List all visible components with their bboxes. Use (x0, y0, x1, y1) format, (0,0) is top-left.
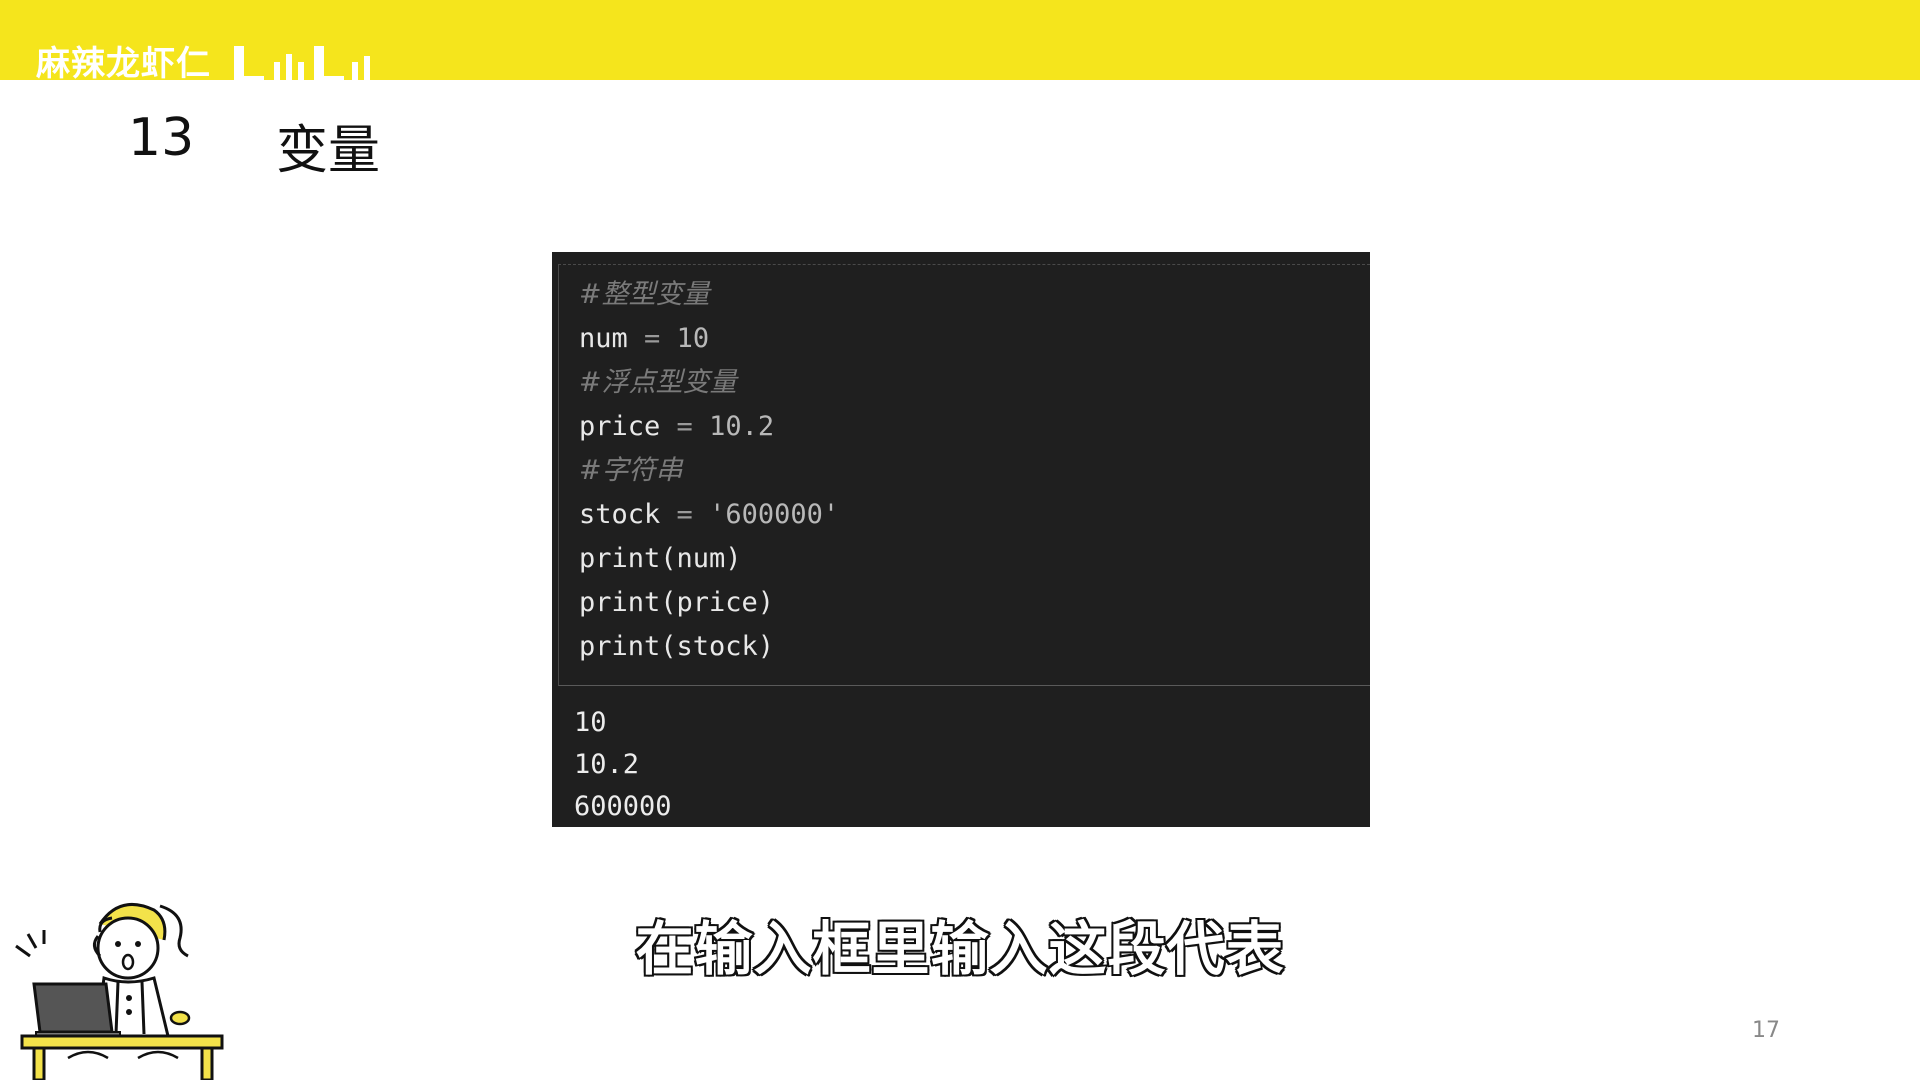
output-line: 600000 (574, 791, 672, 822)
cartoon-person-at-laptop-icon (15, 902, 224, 1080)
code-comment-int: #整型变量 (579, 279, 710, 310)
var-value: 10 (676, 323, 710, 354)
code-comment-str: #字符串 (579, 455, 683, 486)
code-line-stock: stock = '600000' (579, 495, 839, 535)
code-comment-float: #浮点型变量 (579, 367, 737, 398)
video-subtitle: 在输入框里输入这段代表 (634, 914, 1285, 985)
var-name: num (579, 323, 628, 354)
code-line-num: num = 10 (579, 319, 709, 359)
output-line: 10.2 (574, 749, 640, 780)
slide-number: 13 (128, 108, 195, 168)
brand-logo: 麻辣龙虾仁 (36, 44, 374, 80)
code-line-price: price = 10.2 (579, 407, 774, 447)
top-bar: 麻辣龙虾仁 (0, 0, 1920, 80)
code-input-cell[interactable]: #整型变量 num = 10 #浮点型变量 price = 10.2 #字符串 … (558, 264, 1370, 686)
code-print-num: print(num) (579, 543, 742, 574)
operator: = (644, 323, 661, 354)
slide-title-text: 变量 (276, 121, 381, 181)
var-value: '600000' (709, 499, 840, 530)
var-value: 10.2 (709, 411, 775, 442)
var-name: price (579, 411, 661, 442)
output-line: 10 (574, 707, 607, 738)
page-number: 17 (1752, 1018, 1780, 1043)
var-name: stock (579, 499, 661, 530)
code-print-stock: print(stock) (579, 631, 775, 662)
code-panel: #整型变量 num = 10 #浮点型变量 price = 10.2 #字符串 … (552, 252, 1370, 827)
brand-bars-icon (233, 44, 374, 80)
code-print-price: print(price) (579, 587, 775, 618)
operator: = (676, 499, 693, 530)
brand-text: 麻辣龙虾仁 (36, 44, 211, 80)
operator: = (676, 411, 693, 442)
